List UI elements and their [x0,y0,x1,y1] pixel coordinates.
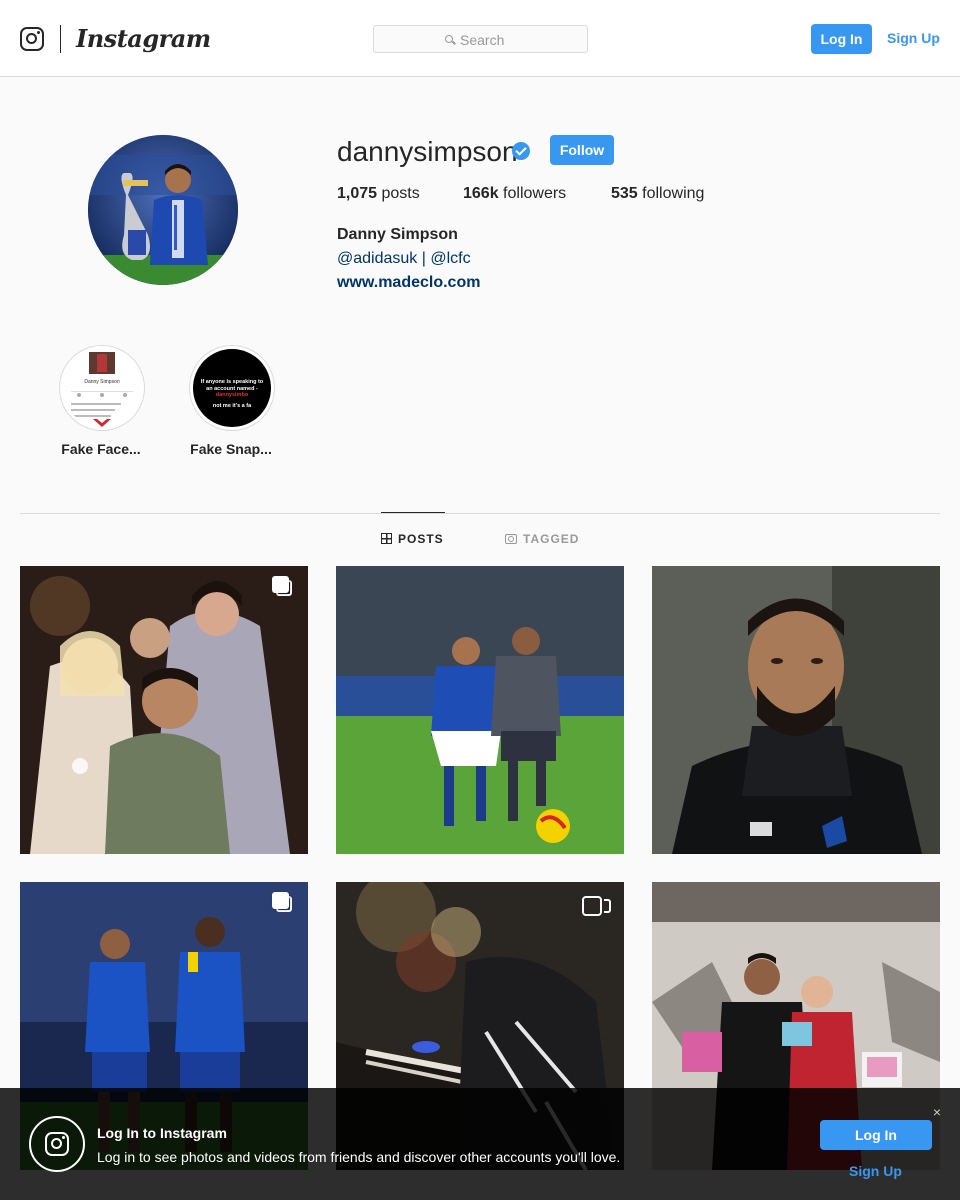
followers-count: 166k [463,185,499,202]
story-highlight-fake-facebook[interactable]: Danny Simpson [59,345,145,431]
highlight-label[interactable]: Fake Snap... [171,441,291,457]
profile-username: dannysimpson [337,136,518,167]
logo-divider [60,25,61,53]
following-stat[interactable]: 535 following [611,185,704,203]
highlight-thumbnail: Danny Simpson [63,349,141,427]
posts-count: 1,075 [337,185,378,202]
highlight-preview-name: Danny Simpson [84,379,120,385]
tab-tagged[interactable]: TAGGED [505,532,579,546]
profile-website-link[interactable]: www.madeclo.com [337,274,480,292]
following-label: following [642,185,705,202]
banner-signup-link[interactable]: Sign Up [849,1163,902,1179]
profile-full-name: Danny Simpson [337,226,458,243]
follow-button[interactable]: Follow [550,135,614,165]
verified-badge-icon [512,142,530,160]
highlight-preview-handle: dannysimbo [215,392,249,398]
tagged-icon [505,534,517,544]
top-navigation-bar: Instagram Log In Sign Up [0,0,960,77]
banner-title: Log In to Instagram [97,1125,227,1141]
followers-label: followers [503,185,567,202]
login-prompt-banner: Log In to Instagram Log in to see photos… [0,1088,960,1200]
highlight-preview-text: If anyone is speaking to an account name… [200,379,264,392]
tabs-divider [20,513,940,514]
video-icon [582,896,612,916]
post-thumbnail[interactable] [652,566,940,854]
posts-count-stat: 1,075 posts [337,185,420,203]
tab-posts-label: POSTS [398,532,444,546]
banner-login-button[interactable]: Log In [820,1120,932,1150]
instagram-camera-icon [45,1132,69,1156]
tab-posts[interactable]: POSTS [381,532,444,546]
close-icon[interactable]: × [930,1105,944,1119]
highlight-thumbnail: If anyone is speaking to an account name… [193,349,271,427]
followers-stat[interactable]: 166k followers [463,185,566,203]
signup-link[interactable]: Sign Up [887,30,940,46]
banner-text: Log in to see photos and videos from fri… [97,1149,621,1165]
search-icon [445,35,453,43]
highlight-label[interactable]: Fake Face... [41,441,161,457]
instagram-camera-icon[interactable] [20,27,44,51]
banner-logo [29,1116,85,1172]
tab-tagged-label: TAGGED [523,532,580,546]
posts-count-label: posts [381,185,420,202]
active-tab-indicator [381,512,445,513]
story-highlight-fake-snapchat[interactable]: If anyone is speaking to an account name… [189,345,275,431]
multiple-photos-icon [272,892,294,914]
multiple-photos-icon [272,576,294,598]
login-button[interactable]: Log In [811,24,872,54]
post-thumbnail[interactable] [20,566,308,854]
following-count: 535 [611,185,638,202]
grid-icon [381,533,392,544]
search-input[interactable] [460,31,580,49]
search-box[interactable] [373,25,588,53]
profile-bio[interactable]: @adidasuk | @lcfc [337,250,471,268]
post-thumbnail[interactable] [336,566,624,854]
instagram-wordmark[interactable]: Instagram [76,24,211,53]
profile-avatar [88,135,238,285]
highlight-preview-footer: not me it's a fa [212,402,252,409]
